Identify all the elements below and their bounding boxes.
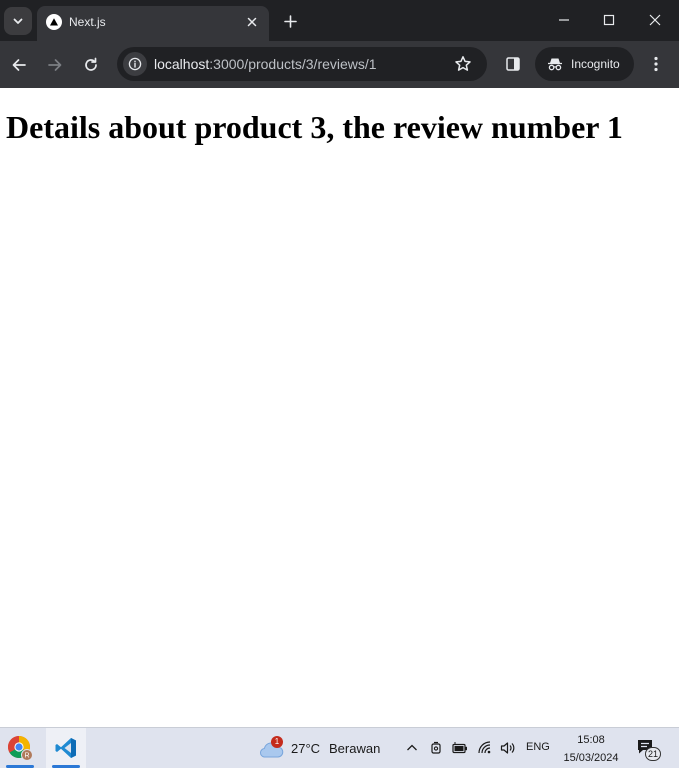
url-text[interactable]: localhost:3000/products/3/reviews/1 xyxy=(154,56,377,72)
close-window-button[interactable] xyxy=(632,0,678,40)
clock-date: 15/03/2024 xyxy=(563,752,619,764)
star-icon xyxy=(455,56,471,71)
camera-icon xyxy=(431,741,441,754)
arrow-left-icon xyxy=(12,59,26,71)
taskbar-vscode-button[interactable] xyxy=(46,728,86,768)
chrome-icon: R xyxy=(8,736,33,761)
tray-battery-button[interactable] xyxy=(451,739,469,757)
nextjs-triangle-icon xyxy=(46,14,62,30)
notification-count-badge: 21 xyxy=(645,747,661,761)
incognito-profile-button[interactable]: Incognito xyxy=(535,47,634,81)
reload-icon xyxy=(85,57,97,71)
arrow-right-icon xyxy=(48,59,62,71)
tray-volume-button[interactable] xyxy=(499,739,517,757)
tray-network-button[interactable] xyxy=(476,739,494,757)
svg-text:R: R xyxy=(24,753,29,760)
url-path: :3000/products/3/reviews/1 xyxy=(209,56,377,72)
browser-menu-button[interactable] xyxy=(646,52,666,76)
side-panel-button[interactable] xyxy=(502,53,524,75)
minimize-icon xyxy=(559,19,569,21)
kebab-menu-icon xyxy=(654,56,658,72)
forward-button[interactable] xyxy=(42,52,68,78)
tab-search-button[interactable] xyxy=(4,7,32,35)
incognito-icon xyxy=(548,58,562,71)
weather-temperature: 27°C xyxy=(291,741,321,756)
maximize-button[interactable] xyxy=(586,0,632,40)
weather-widget[interactable]: 1 27°C Berawan xyxy=(257,736,387,762)
chevron-down-icon xyxy=(13,18,23,24)
site-info-button[interactable] xyxy=(123,52,147,76)
speaker-icon xyxy=(500,742,515,754)
page-heading: Details about product 3, the review numb… xyxy=(6,109,623,145)
page-viewport: Details about product 3, the review numb… xyxy=(0,88,679,727)
back-button[interactable] xyxy=(6,52,32,78)
taskbar: R 1 27°C Berawan ENG 15:08 15/03/2024 21 xyxy=(0,727,679,768)
plus-icon xyxy=(283,14,297,28)
maximize-icon xyxy=(603,14,615,26)
incognito-label: Incognito xyxy=(571,57,620,71)
browser-tab[interactable]: Next.js xyxy=(37,6,269,41)
notification-center-button[interactable]: 21 xyxy=(636,738,662,762)
tab-strip: Next.js xyxy=(0,0,679,41)
minimize-button[interactable] xyxy=(541,0,587,40)
reload-button[interactable] xyxy=(78,52,104,78)
vscode-icon xyxy=(55,738,76,758)
close-icon xyxy=(247,17,257,27)
taskbar-chrome-button[interactable]: R xyxy=(0,728,40,768)
tab-title: Next.js xyxy=(69,15,106,29)
browser-toolbar: localhost:3000/products/3/reviews/1 Inco… xyxy=(0,41,679,88)
chevron-up-icon xyxy=(407,744,417,751)
wifi-icon xyxy=(478,741,491,754)
new-tab-button[interactable] xyxy=(278,9,302,33)
side-panel-icon xyxy=(506,57,520,71)
weather-alert-badge: 1 xyxy=(271,736,283,748)
bookmark-button[interactable] xyxy=(453,54,473,74)
url-host: localhost xyxy=(154,56,210,72)
tab-close-button[interactable] xyxy=(243,13,261,31)
info-icon xyxy=(128,57,142,71)
battery-icon xyxy=(452,742,467,754)
tray-meet-button[interactable] xyxy=(427,739,445,757)
address-bar[interactable]: localhost:3000/products/3/reviews/1 xyxy=(117,47,487,81)
input-language-indicator[interactable]: ENG xyxy=(526,741,550,753)
weather-condition: Berawan xyxy=(329,741,381,756)
clock[interactable]: 15:08 15/03/2024 xyxy=(558,731,624,767)
show-hidden-icons-button[interactable] xyxy=(403,739,421,757)
clock-time: 15:08 xyxy=(577,734,605,746)
close-icon xyxy=(649,14,661,26)
